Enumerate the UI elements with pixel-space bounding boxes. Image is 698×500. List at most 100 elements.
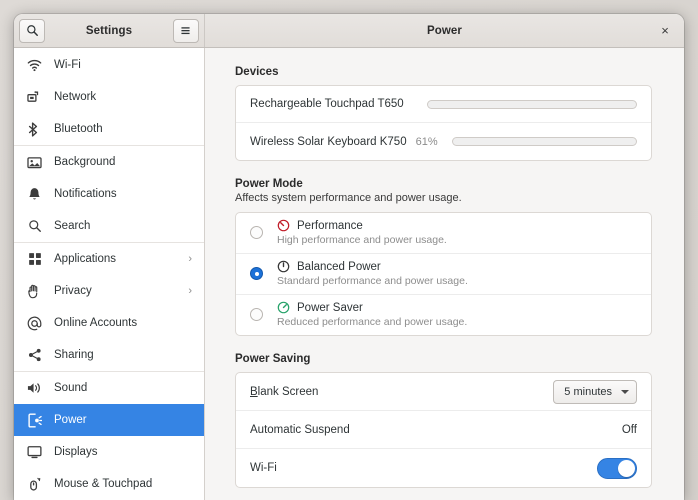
desktop-background: Settings Power × Wi-Fi Network Bluetooth… [0,0,698,500]
window-body: Wi-Fi Network Bluetooth Background Notif… [14,48,684,500]
sidebar-item-displays[interactable]: Displays [14,436,204,468]
automatic-suspend-label: Automatic Suspend [250,423,350,436]
sidebar-item-sound[interactable]: Sound [14,372,204,404]
sidebar-item-label: Displays [54,446,98,458]
power-mode-description: Reduced performance and power usage. [277,316,468,328]
sidebar-item-wi-fi[interactable]: Wi-Fi [14,49,204,81]
power-saving-card: Blank Screen 5 minutes Automatic Suspend… [235,372,652,488]
power-mode-subtitle: Affects system performance and power usa… [235,192,462,204]
sidebar-item-power[interactable]: Power [14,404,204,436]
devices-card: Rechargeable Touchpad T650 Wireless Sola… [235,85,652,161]
power-mode-label: Power Saver [297,301,363,314]
network-icon [26,89,43,105]
toggle-knob [617,460,635,477]
search-icon [26,25,38,36]
sidebar-item-label: Background [54,156,116,168]
at-sign-icon [26,315,43,331]
main-menu-button[interactable] [172,18,199,43]
power-mode-option-power-saver[interactable]: Power Saver Reduced performance and powe… [236,295,651,335]
bluetooth-icon [26,121,43,137]
power-mode-option-balanced[interactable]: Balanced Power Standard performance and … [236,254,651,295]
chevron-right-icon: › [188,284,192,297]
wifi-toggle[interactable] [597,457,637,479]
sidebar-item-mouse-touchpad[interactable]: Mouse & Touchpad [14,468,204,500]
sidebar-item-label: Search [54,220,91,232]
sidebar-item-label: Power [54,414,87,426]
close-icon[interactable]: × [656,22,674,40]
power-plug-icon [26,412,43,428]
power-mode-description: High performance and power usage. [277,234,447,246]
device-battery-bar [426,99,637,109]
mouse-icon [26,476,43,492]
speedometer-icon [277,260,290,273]
sidebar-item-bluetooth[interactable]: Bluetooth [14,113,204,145]
device-row-keyboard: Wireless Solar Keyboard K750 61% [236,123,651,160]
search-button[interactable] [19,18,45,43]
sidebar-item-label: Privacy [54,285,92,297]
sidebar-item-label: Network [54,91,97,103]
sidebar-item-sharing[interactable]: Sharing [14,339,204,371]
blank-screen-label-text: lank Screen [257,385,319,398]
wifi-icon [26,57,43,73]
search-icon [26,218,43,234]
hand-icon [26,283,43,299]
device-name: Rechargeable Touchpad T650 [250,98,404,110]
chevron-right-icon: › [188,252,192,265]
blank-screen-dropdown[interactable]: 5 minutes [553,379,637,404]
sidebar-item-search[interactable]: Search [14,210,204,242]
power-mode-card: Performance High performance and power u… [235,212,652,336]
sidebar-item-background[interactable]: Background [14,146,204,178]
power-mode-section: Power Mode Affects system performance an… [235,178,652,336]
device-percent: 61% [415,135,438,148]
power-saving-section: Power Saving Blank Screen 5 minutes Auto… [235,353,652,488]
power-mode-title: Power Mode [235,178,303,190]
display-icon [26,444,43,460]
radio-power-saver[interactable] [250,308,263,321]
applications-icon [26,251,43,267]
sidebar-group: Sound Power Displays Mouse & Touchpad [14,372,204,500]
sidebar-group: Background Notifications Search [14,146,204,243]
settings-window: Settings Power × Wi-Fi Network Bluetooth… [14,14,684,500]
sidebar-item-label: Mouse & Touchpad [54,478,153,490]
speaker-icon [26,380,43,396]
power-saving-title: Power Saving [235,353,311,365]
hamburger-menu-icon [181,27,191,35]
power-panel-content: Devices Rechargeable Touchpad T650 Wirel… [205,48,684,500]
power-mode-option-performance[interactable]: Performance High performance and power u… [236,213,651,254]
radio-performance[interactable] [250,226,263,239]
power-mode-label: Balanced Power [297,260,381,273]
sidebar-item-label: Online Accounts [54,317,138,329]
sidebar-item-applications[interactable]: Applications › [14,243,204,275]
sidebar-item-online-accounts[interactable]: Online Accounts [14,307,204,339]
sidebar-item-privacy[interactable]: Privacy › [14,275,204,307]
sidebar-title: Settings [85,24,133,37]
blank-screen-value: 5 minutes [564,385,612,398]
sidebar[interactable]: Wi-Fi Network Bluetooth Background Notif… [14,48,205,500]
power-mode-label: Performance [297,219,363,232]
device-name: Wireless Solar Keyboard K750 [250,135,407,148]
device-row-touchpad: Rechargeable Touchpad T650 [236,86,651,123]
sidebar-item-network[interactable]: Network [14,81,204,113]
sidebar-group: Wi-Fi Network Bluetooth [14,49,204,146]
panel-headerbar: Power × [205,14,684,47]
sidebar-item-label: Wi-Fi [54,59,81,71]
wifi-label: Wi-Fi [250,462,277,474]
automatic-suspend-value: Off [621,423,637,436]
sidebar-item-label: Sound [54,382,88,394]
blank-screen-label: Blank Screen [250,385,319,398]
sidebar-item-notifications[interactable]: Notifications [14,178,204,210]
sidebar-item-label: Notifications [54,188,117,200]
radio-balanced-power[interactable] [250,267,263,280]
automatic-suspend-row[interactable]: Automatic Suspend Off [236,411,651,449]
sidebar-item-label: Applications [54,253,117,265]
sidebar-headerbar: Settings [14,14,205,47]
devices-section-title: Devices [235,66,279,78]
background-icon [26,154,43,170]
sidebar-group: Applications › Privacy › Online Accounts… [14,243,204,372]
page-title: Power [426,24,462,37]
sidebar-item-label: Bluetooth [54,123,103,135]
devices-section: Devices Rechargeable Touchpad T650 Wirel… [235,66,652,161]
window-titlebar: Settings Power × [14,14,684,48]
power-mode-description: Standard performance and power usage. [277,275,468,287]
sidebar-item-label: Sharing [54,349,94,361]
